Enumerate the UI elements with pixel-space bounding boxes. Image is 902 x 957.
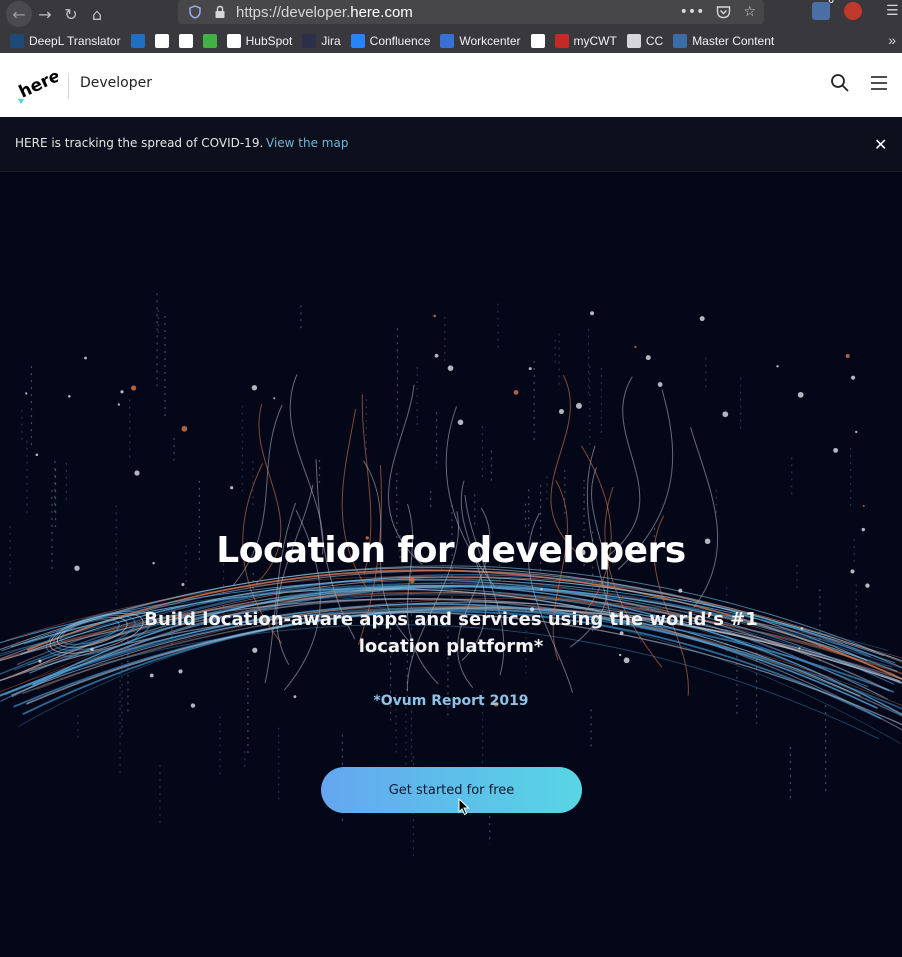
mouse-cursor-icon (458, 798, 470, 816)
bookmark-favicon-icon (626, 33, 641, 48)
bookmark-label: Confluence (369, 33, 431, 48)
browser-toolbar: ← → ↻ ⌂ https://developer.here.com ••• ☆… (0, 0, 902, 28)
bookmark-item[interactable]: myCWT (554, 33, 617, 48)
bookmark-favicon-icon (554, 33, 569, 48)
svg-text:here: here (16, 66, 58, 103)
close-icon[interactable]: ✕ (874, 135, 887, 154)
bookmark-favicon-icon (178, 33, 193, 48)
bookmark-favicon-icon (10, 33, 24, 48)
hero-subtitle: Build location-aware apps and services u… (144, 609, 758, 657)
extension-icon[interactable]: 6 (812, 0, 834, 20)
back-icon[interactable]: ← (6, 1, 32, 27)
bookmark-label: HubSpot (245, 33, 293, 48)
hero-section: Location for developers Build location-a… (0, 172, 902, 957)
banner-text: HERE is tracking the spread of COVID-19. (15, 136, 264, 150)
extension-red-icon[interactable] (844, 2, 862, 20)
shield-icon[interactable] (188, 5, 202, 19)
hero-title: Location for developers (216, 530, 686, 571)
bookmark-item[interactable]: Master Content (673, 33, 775, 48)
bookmarks-overflow-icon[interactable]: » (888, 32, 896, 48)
more-actions-icon[interactable]: ••• (680, 4, 705, 20)
bookmark-favicon-icon (202, 33, 217, 48)
bookmark-label: Jira (321, 33, 341, 48)
bookmark-label: myCWT (573, 33, 617, 48)
browser-menu-icon[interactable]: ☰ (886, 3, 902, 19)
address-bar[interactable]: https://developer.here.com ••• ☆ (178, 0, 764, 24)
covid-banner: HERE is tracking the spread of COVID-19.… (0, 117, 902, 172)
logo-divider (68, 73, 69, 99)
bookmark-item[interactable] (202, 33, 217, 48)
brand-title[interactable]: Developer (80, 75, 152, 91)
reload-icon[interactable]: ↻ (58, 1, 84, 27)
url-text: https://developer.here.com (236, 3, 413, 21)
get-started-button[interactable]: Get started for free (321, 767, 582, 813)
bookmark-favicon-icon (154, 33, 169, 48)
bookmark-favicon-icon (350, 33, 365, 48)
bookmark-label: DeepL Translator (29, 33, 121, 48)
extension-badge-count: 6 (828, 0, 834, 6)
pocket-icon[interactable] (716, 5, 731, 19)
hamburger-menu-icon[interactable] (870, 75, 888, 91)
bookmark-item[interactable]: Workcenter (440, 33, 521, 48)
bookmarks-bar: DeepL Translator HubSpot Jira Confluence Wor… (0, 28, 902, 53)
bookmark-favicon-icon (226, 33, 241, 48)
hero-footnote: *Ovum Report 2019 (373, 693, 529, 709)
search-icon[interactable] (830, 73, 850, 93)
bookmark-item[interactable]: DeepL Translator (10, 33, 121, 48)
bookmark-favicon-icon (130, 33, 145, 48)
bookmark-label: Workcenter (459, 33, 521, 48)
bookmark-star-icon[interactable]: ☆ (743, 4, 756, 20)
here-logo[interactable]: here (14, 63, 58, 107)
forward-icon[interactable]: → (32, 1, 58, 27)
bookmark-item[interactable] (154, 33, 169, 48)
bookmark-item[interactable] (130, 33, 145, 48)
site-header: here Developer (0, 53, 902, 117)
bookmark-item[interactable]: Jira (302, 33, 341, 48)
bookmark-item[interactable] (530, 33, 545, 48)
bookmark-favicon-icon (302, 33, 317, 48)
bookmark-item[interactable]: Confluence (350, 33, 431, 48)
bookmark-item[interactable] (178, 33, 193, 48)
bookmark-label: CC (645, 33, 664, 48)
bookmark-favicon-icon (673, 33, 688, 48)
bookmark-label: Master Content (692, 33, 775, 48)
view-map-link[interactable]: View the map (266, 136, 348, 150)
bookmark-favicon-icon (530, 33, 545, 48)
bookmark-item[interactable]: HubSpot (226, 33, 293, 48)
lock-icon[interactable] (214, 5, 226, 19)
home-icon[interactable]: ⌂ (84, 1, 110, 27)
bookmark-item[interactable]: CC (626, 33, 664, 48)
bookmark-favicon-icon (440, 33, 455, 48)
